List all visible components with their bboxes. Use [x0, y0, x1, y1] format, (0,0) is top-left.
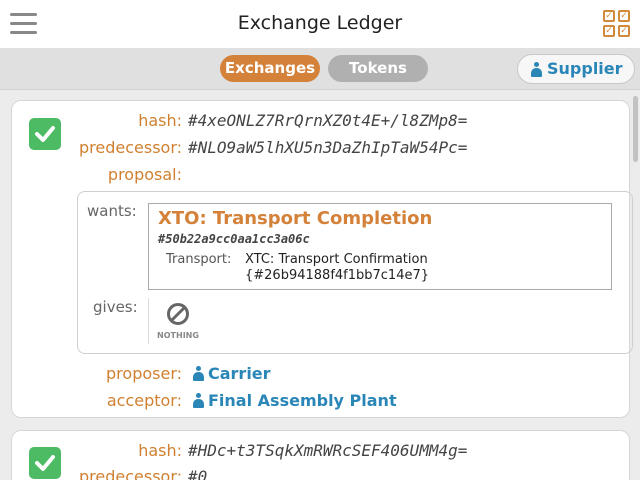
transport-label: Transport:: [166, 252, 232, 267]
transport-value: XTC: Transport Confirmation: [245, 252, 428, 267]
app-header: Exchange Ledger ✓ ✓ ✓ ✓: [0, 0, 640, 48]
person-icon: [193, 366, 204, 381]
gives-label: gives:: [93, 298, 138, 316]
proposer-name[interactable]: Carrier: [208, 364, 271, 383]
token-hash: #50b22a9cc0aa1cc3a06c: [158, 232, 310, 246]
predecessor-value[interactable]: #0: [188, 467, 207, 480]
token-title: XTO: Transport Completion: [158, 208, 433, 229]
exchange-card: hash: #4xeONLZ7RrQrnXZ0t4E+/l8ZMp8= pred…: [11, 100, 633, 418]
predecessor-label: predecessor:: [78, 467, 182, 480]
transport-hash[interactable]: {#26b94188f4f1bb7c14e7}: [245, 268, 429, 283]
role-supplier-button[interactable]: Supplier: [517, 54, 635, 84]
hash-value: #4xeONLZ7RrQrnXZ0t4E+/l8ZMp8=: [188, 111, 468, 130]
hash-value: #HDc+t3TSqkXmRWRcSEF406UMM4g=: [188, 441, 468, 460]
scrollbar-thumb[interactable]: [633, 96, 638, 162]
wants-token[interactable]: XTO: Transport Completion #50b22a9cc0aa1…: [148, 203, 612, 290]
exchange-card: hash: #HDc+t3TSqkXmRWRcSEF406UMM4g= pred…: [11, 430, 630, 480]
person-icon: [531, 62, 542, 77]
proposer-label: proposer:: [106, 364, 182, 383]
gives-divider: [148, 298, 149, 344]
checklist-grid-icon[interactable]: ✓ ✓ ✓ ✓: [603, 10, 631, 38]
acceptor-label: acceptor:: [106, 391, 182, 410]
wants-label: wants:: [87, 202, 137, 220]
acceptor-name[interactable]: Final Assembly Plant: [208, 391, 397, 410]
role-label: Supplier: [547, 59, 623, 78]
nothing-icon: [167, 303, 189, 325]
tab-exchanges[interactable]: Exchanges: [220, 55, 320, 82]
tab-tokens[interactable]: Tokens: [328, 55, 428, 82]
nothing-label: NOTHING: [157, 331, 199, 340]
hash-label: hash:: [138, 441, 182, 460]
toolbar: Exchanges Tokens Supplier: [0, 48, 640, 90]
predecessor-label: predecessor:: [78, 138, 182, 157]
hash-label: hash:: [138, 111, 182, 130]
predecessor-value[interactable]: #NLO9aW5lhXU5n3DaZhIpTaW54Pc=: [188, 138, 467, 157]
page-title: Exchange Ledger: [237, 12, 403, 34]
proposal-label: proposal:: [107, 165, 182, 184]
proposal-box: wants: XTO: Transport Completion #50b22a…: [77, 191, 633, 354]
person-icon: [193, 393, 204, 408]
